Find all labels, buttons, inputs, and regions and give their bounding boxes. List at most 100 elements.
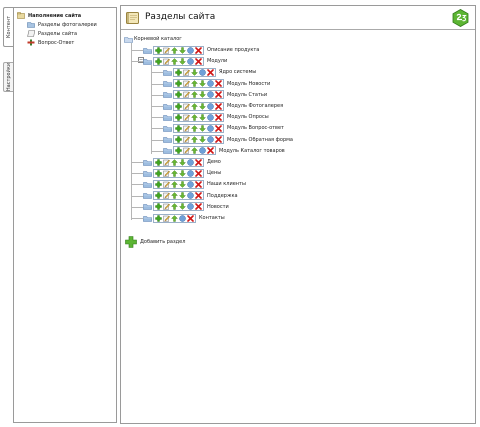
- delete-icon[interactable]: [215, 125, 222, 132]
- edit-icon[interactable]: [183, 114, 190, 121]
- move-up-icon[interactable]: [171, 57, 178, 65]
- add-icon[interactable]: [175, 80, 182, 87]
- move-down-icon[interactable]: [179, 158, 186, 166]
- move-up-icon[interactable]: [191, 136, 198, 143]
- delete-icon[interactable]: [195, 57, 202, 65]
- delete-icon[interactable]: [215, 80, 222, 87]
- move-up-icon[interactable]: [171, 192, 178, 199]
- tree-row[interactable]: Модуль Обратная форма: [163, 135, 293, 145]
- tree-root[interactable]: Корневой каталог: [124, 34, 182, 44]
- tree-row[interactable]: Модуль Каталог товаров: [163, 146, 285, 156]
- add-icon[interactable]: [175, 113, 182, 121]
- add-icon[interactable]: [175, 91, 182, 98]
- delete-icon[interactable]: [195, 192, 202, 199]
- edit-icon[interactable]: [163, 170, 170, 177]
- move-up-icon[interactable]: [191, 102, 198, 110]
- delete-icon[interactable]: [195, 46, 202, 54]
- info-icon[interactable]: [207, 125, 214, 132]
- edit-icon[interactable]: [183, 80, 190, 87]
- move-down-icon[interactable]: [179, 192, 186, 199]
- move-up-icon[interactable]: [171, 203, 178, 210]
- info-icon[interactable]: [199, 69, 206, 76]
- add-icon[interactable]: [155, 181, 162, 188]
- move-up-icon[interactable]: [191, 125, 198, 132]
- info-icon[interactable]: [207, 136, 214, 143]
- info-icon[interactable]: [207, 102, 214, 110]
- info-icon[interactable]: [207, 91, 214, 99]
- tab-settings[interactable]: Настройки: [3, 62, 13, 92]
- edit-icon[interactable]: [163, 47, 170, 54]
- info-icon[interactable]: [207, 80, 214, 87]
- delete-icon[interactable]: [215, 91, 222, 99]
- move-up-icon[interactable]: [191, 147, 198, 154]
- add-icon[interactable]: [155, 192, 162, 199]
- tree-row[interactable]: Описание продукта: [143, 45, 259, 55]
- edit-icon[interactable]: [163, 215, 170, 222]
- move-up-icon[interactable]: [191, 113, 198, 121]
- edit-icon[interactable]: [183, 125, 190, 132]
- edit-icon[interactable]: [163, 181, 170, 188]
- move-down-icon[interactable]: [199, 102, 206, 110]
- info-icon[interactable]: [187, 158, 194, 166]
- move-up-icon[interactable]: [171, 46, 178, 54]
- move-up-icon[interactable]: [191, 80, 198, 87]
- info-icon[interactable]: [187, 203, 194, 211]
- delete-icon[interactable]: [215, 136, 222, 143]
- add-icon[interactable]: [155, 214, 162, 222]
- add-icon[interactable]: [155, 203, 162, 210]
- info-icon[interactable]: [187, 46, 194, 54]
- delete-icon[interactable]: [187, 214, 194, 222]
- add-icon[interactable]: [155, 169, 162, 177]
- delete-icon[interactable]: [207, 147, 214, 155]
- info-icon[interactable]: [187, 169, 194, 177]
- edit-icon[interactable]: [183, 91, 190, 99]
- edit-icon[interactable]: [163, 192, 170, 199]
- edit-icon[interactable]: [183, 69, 190, 76]
- move-down-icon[interactable]: [191, 69, 198, 76]
- move-down-icon[interactable]: [199, 113, 206, 121]
- add-icon[interactable]: [155, 57, 162, 65]
- add-section-button[interactable]: Добавить раздел: [125, 236, 185, 248]
- tree-row[interactable]: Модуль Опросы: [163, 112, 269, 122]
- delete-icon[interactable]: [215, 113, 222, 121]
- delete-icon[interactable]: [207, 69, 214, 76]
- edit-icon[interactable]: [183, 103, 190, 110]
- tree-row[interactable]: Модули: [143, 56, 227, 66]
- add-icon[interactable]: [155, 46, 162, 54]
- add-icon[interactable]: [175, 125, 182, 132]
- edit-icon[interactable]: [163, 203, 170, 211]
- info-icon[interactable]: [199, 147, 206, 155]
- tree-row[interactable]: Наши клиенты: [143, 179, 246, 189]
- left-tree-item-qa[interactable]: Вопрос-Ответ: [27, 38, 74, 47]
- move-down-icon[interactable]: [199, 91, 206, 99]
- left-tree-item-photogallery[interactable]: Разделы фотогалереи: [27, 20, 97, 29]
- delete-icon[interactable]: [215, 102, 222, 110]
- tree-row[interactable]: Модуль Фотогалерея: [163, 101, 283, 111]
- move-down-icon[interactable]: [179, 181, 186, 188]
- add-icon[interactable]: [155, 158, 162, 166]
- delete-icon[interactable]: [195, 158, 202, 166]
- add-icon[interactable]: [175, 136, 182, 143]
- tree-row[interactable]: Ядро системы: [163, 67, 256, 77]
- info-icon[interactable]: [187, 181, 194, 188]
- add-icon[interactable]: [175, 69, 182, 76]
- tree-row[interactable]: Демо: [143, 157, 221, 167]
- move-down-icon[interactable]: [179, 57, 186, 65]
- tree-row[interactable]: Цены: [143, 168, 221, 178]
- edit-icon[interactable]: [163, 58, 170, 65]
- edit-icon[interactable]: [183, 147, 190, 155]
- move-down-icon[interactable]: [179, 203, 186, 211]
- tab-content[interactable]: Контент: [3, 7, 13, 47]
- edit-icon[interactable]: [163, 159, 170, 166]
- move-up-icon[interactable]: [171, 169, 178, 177]
- left-tree-root[interactable]: Наполнение сайта: [17, 11, 81, 20]
- move-up-icon[interactable]: [171, 214, 178, 222]
- add-icon[interactable]: [175, 147, 182, 154]
- tree-row[interactable]: Модуль Вопрос-ответ: [163, 123, 284, 133]
- tree-row[interactable]: Новости: [143, 202, 229, 212]
- delete-icon[interactable]: [195, 181, 202, 188]
- move-up-icon[interactable]: [191, 91, 198, 98]
- move-down-icon[interactable]: [199, 80, 206, 87]
- tree-row[interactable]: Поддержка: [143, 191, 238, 201]
- tree-row[interactable]: Модуль Статьи: [163, 90, 267, 100]
